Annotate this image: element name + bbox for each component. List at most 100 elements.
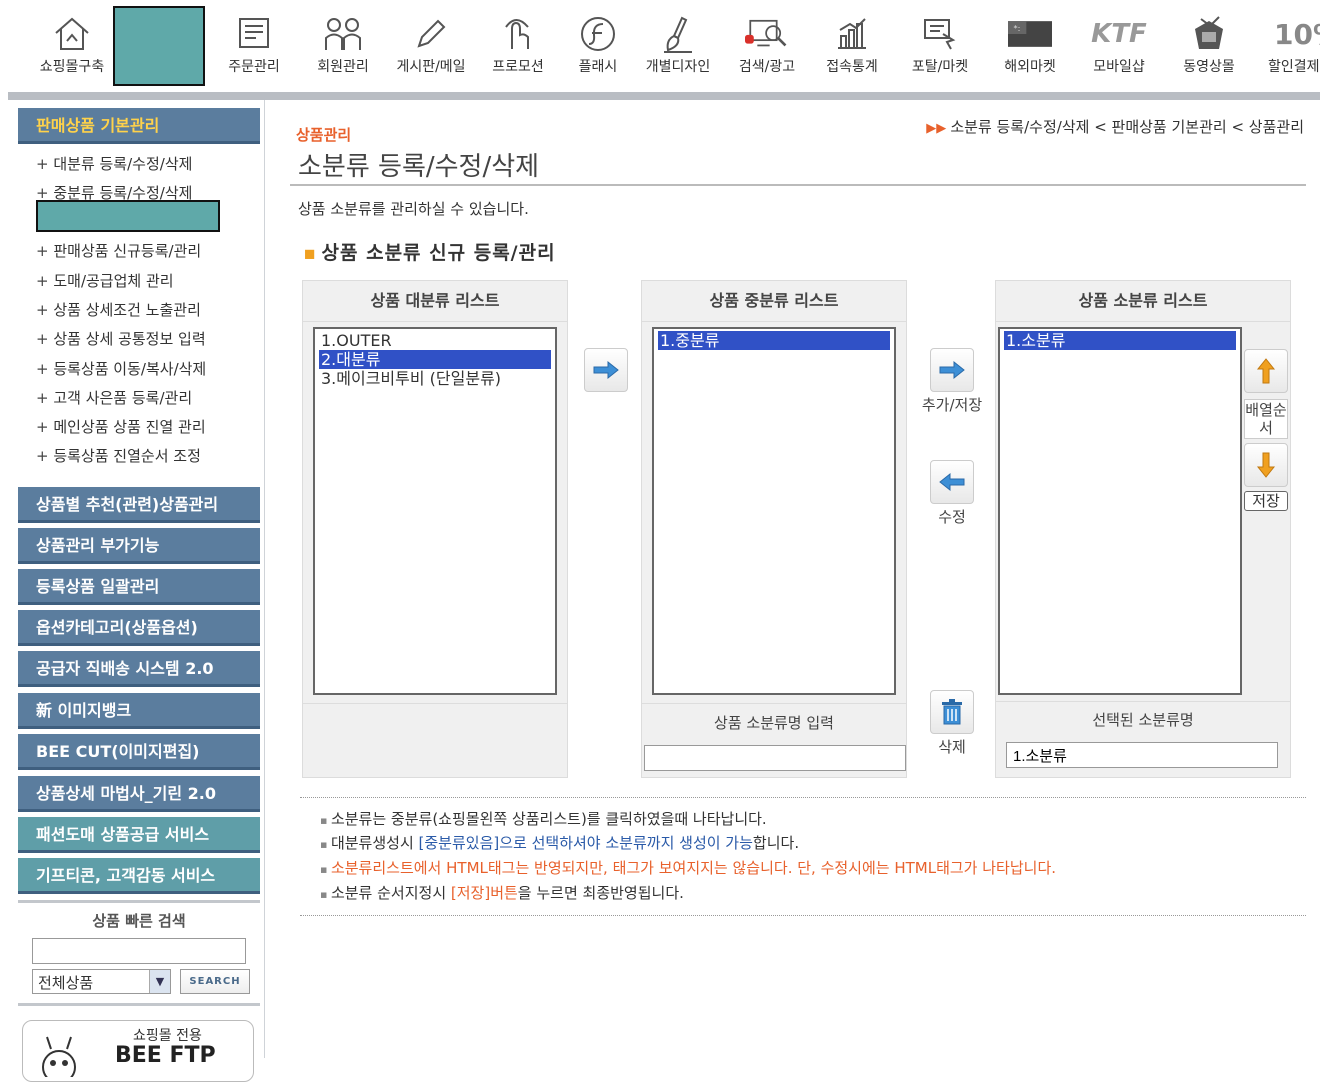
edit-label: 수정 bbox=[938, 508, 966, 526]
sidebar-menu-direct-ship[interactable]: 공급자 직배송 시스템 2.0 bbox=[18, 651, 260, 687]
bee-ftp-banner[interactable]: 쇼핑몰 전용 BEE FTP bbox=[22, 1020, 254, 1082]
small-category-name-input[interactable] bbox=[644, 745, 906, 771]
sidebar-link-main-display[interactable]: 메인상품 상품 진열 관리 bbox=[36, 416, 205, 437]
sidebar-link-supplier[interactable]: 도매/공급업체 관리 bbox=[36, 270, 173, 291]
add-save-button[interactable] bbox=[930, 348, 974, 392]
small-category-list[interactable]: 1.소분류 bbox=[998, 327, 1242, 695]
nav-shop-build[interactable]: 쇼핑몰구축 bbox=[28, 4, 116, 88]
edit-button[interactable] bbox=[930, 460, 974, 504]
quick-search-title: 상품 빠른 검색 bbox=[92, 912, 186, 930]
sidebar-link-display-order[interactable]: 등록상품 진열순서 조정 bbox=[36, 445, 201, 466]
redacted-nav-item bbox=[113, 6, 205, 86]
arrow-left-icon bbox=[939, 472, 965, 492]
mid-category-list[interactable]: 1.중분류 bbox=[652, 327, 896, 695]
add-save-label: 추가/저장 bbox=[921, 396, 983, 414]
arrow-down-icon bbox=[1256, 452, 1276, 478]
nav-label: 프로모션 bbox=[492, 59, 544, 75]
note-text: 합니다. bbox=[752, 834, 800, 852]
small-name-input-label: 상품 소분류명 입력 bbox=[642, 703, 906, 742]
sidebar-link-new-product[interactable]: 판매상품 신규등록/관리 bbox=[36, 240, 201, 261]
nav-label: 모바일샵 bbox=[1093, 59, 1145, 75]
ktf-logo-icon: KTF bbox=[1091, 14, 1147, 54]
list-option[interactable]: 3.메이크비투비 (단일분류) bbox=[319, 369, 551, 388]
quick-search-input[interactable] bbox=[32, 938, 246, 964]
sidebar-menu-bee-cut[interactable]: BEE CUT(이미지편집) bbox=[18, 734, 260, 770]
sidebar-menu-recommend[interactable]: 상품별 추천(관련)상품관리 bbox=[18, 487, 260, 523]
large-category-panel: 상품 대분류 리스트 1.OUTER 2.대분류 3.메이크비투비 (단일분류) bbox=[302, 280, 568, 778]
nav-label: 쇼핑몰구축 bbox=[39, 59, 105, 75]
breadcrumb: ▶▶ 소분류 등록/수정/삭제 < 판매상품 기본관리 < 상품관리 bbox=[926, 116, 1304, 137]
flag-icon: *: bbox=[1008, 14, 1052, 54]
sidebar-link-detail-condition[interactable]: 상품 상세조건 노출관리 bbox=[36, 299, 201, 320]
nav-mobile[interactable]: KTF 모바일샵 bbox=[1075, 4, 1163, 88]
nav-promotion[interactable]: 프로모션 bbox=[474, 4, 562, 88]
nav-divider-bar bbox=[8, 92, 1320, 100]
list-option-selected[interactable]: 2.대분류 bbox=[319, 350, 551, 369]
mid-category-panel: 상품 중분류 리스트 1.중분류 상품 소분류명 입력 bbox=[641, 280, 907, 778]
move-down-button[interactable] bbox=[1244, 443, 1288, 487]
quick-search-button[interactable]: SEARCH bbox=[180, 969, 250, 994]
nav-board-mail[interactable]: 게시판/메일 bbox=[387, 4, 475, 88]
nav-label: 해외마켓 bbox=[1004, 59, 1056, 75]
breadcrumb-text[interactable]: 소분류 등록/수정/삭제 < 판매상품 기본관리 < 상품관리 bbox=[950, 118, 1304, 136]
page-title: 소분류 등록/수정/삭제 bbox=[298, 152, 540, 182]
divider bbox=[18, 1003, 260, 1006]
select-large-category-button[interactable] bbox=[584, 348, 628, 392]
save-order-button[interactable]: 저장 bbox=[1244, 491, 1288, 511]
order-label: 배열순서 bbox=[1244, 399, 1288, 439]
bee-mascot-icon bbox=[42, 1036, 76, 1077]
nav-stats[interactable]: 접속통계 bbox=[808, 4, 896, 88]
list-option-selected[interactable]: 1.소분류 bbox=[1004, 331, 1236, 350]
note-text: 대분류생성시 bbox=[330, 834, 419, 852]
nav-discount[interactable]: 10% 할인결제 bbox=[1252, 4, 1320, 88]
sidebar-menu-image-bank[interactable]: 新 이미지뱅크 bbox=[18, 693, 260, 729]
move-up-button[interactable] bbox=[1244, 349, 1288, 393]
sidebar-menu-fashion[interactable]: 패션도매 상품공급 서비스 bbox=[18, 817, 260, 853]
chart-icon bbox=[830, 14, 874, 54]
list-option-selected[interactable]: 1.중분류 bbox=[658, 331, 890, 350]
nav-overseas[interactable]: *: 해외마켓 bbox=[986, 4, 1074, 88]
nav-design[interactable]: 개별디자인 bbox=[634, 4, 722, 88]
members-icon bbox=[321, 14, 365, 54]
delete-button[interactable] bbox=[930, 690, 974, 734]
pencil-icon bbox=[409, 14, 453, 54]
ftp-banner-line1: 쇼핑몰 전용 bbox=[133, 1028, 202, 1044]
svg-text:*:: *: bbox=[1014, 23, 1021, 33]
trash-icon bbox=[942, 699, 962, 725]
divider bbox=[18, 900, 260, 903]
nav-video[interactable]: 동영상몰 bbox=[1165, 4, 1253, 88]
nav-label: 검색/광고 bbox=[738, 59, 796, 75]
sidebar-menu-option-category[interactable]: 옵션카테고리(상품옵션) bbox=[18, 610, 260, 646]
nav-flash[interactable]: 플래시 bbox=[554, 4, 642, 88]
mid-list-header: 상품 중분류 리스트 bbox=[642, 281, 906, 322]
list-option[interactable]: 1.OUTER bbox=[319, 331, 551, 350]
arrow-right-icon bbox=[939, 360, 965, 380]
quick-search-select[interactable]: 전체상품 ▼ bbox=[32, 969, 171, 994]
sidebar: 판매상품 기본관리 대분류 등록/수정/삭제 중분류 등록/수정/삭제 판매상품… bbox=[8, 100, 265, 1082]
sidebar-link-gift[interactable]: 고객 사은품 등록/관리 bbox=[36, 387, 192, 408]
nav-orders[interactable]: 주문관리 bbox=[210, 4, 298, 88]
title-divider bbox=[290, 184, 1306, 186]
nav-portal-market[interactable]: 포탈/마켓 bbox=[896, 4, 984, 88]
large-list-header: 상품 대분류 리스트 bbox=[303, 281, 567, 322]
sidebar-menu-addon[interactable]: 상품관리 부가기능 bbox=[18, 528, 260, 564]
notes-divider-bottom bbox=[300, 915, 1306, 916]
selected-small-category-input[interactable] bbox=[1006, 742, 1278, 768]
sidebar-link-large-category[interactable]: 대분류 등록/수정/삭제 bbox=[36, 153, 192, 174]
chevron-down-icon: ▼ bbox=[149, 970, 170, 993]
sidebar-menu-bulk[interactable]: 등록상품 일괄관리 bbox=[18, 569, 260, 605]
sidebar-menu-gifticon[interactable]: 기프티콘, 고객감동 서비스 bbox=[18, 858, 260, 894]
sidebar-link-move-copy[interactable]: 등록상품 이동/복사/삭제 bbox=[36, 358, 206, 379]
nav-search-ad[interactable]: 검색/광고 bbox=[723, 4, 811, 88]
arrow-up-icon bbox=[1256, 358, 1276, 384]
nav-members[interactable]: 회원관리 bbox=[299, 4, 387, 88]
sidebar-section-title[interactable]: 판매상품 기본관리 bbox=[18, 108, 260, 144]
large-panel-footer bbox=[303, 703, 567, 778]
video-icon bbox=[1187, 14, 1231, 54]
sidebar-menu-wizard[interactable]: 상품상세 마법사_기린 2.0 bbox=[18, 776, 260, 812]
bullet-icon: ■ bbox=[304, 246, 322, 261]
selected-small-label: 선택된 소분류명 bbox=[996, 701, 1290, 738]
large-category-list[interactable]: 1.OUTER 2.대분류 3.메이크비투비 (단일분류) bbox=[313, 327, 557, 695]
sidebar-link-common-info[interactable]: 상품 상세 공통정보 입력 bbox=[36, 328, 205, 349]
note-item: 소분류는 중분류(쇼핑몰왼쪽 상품리스트)를 클릭하였을때 나타납니다. bbox=[320, 808, 767, 829]
